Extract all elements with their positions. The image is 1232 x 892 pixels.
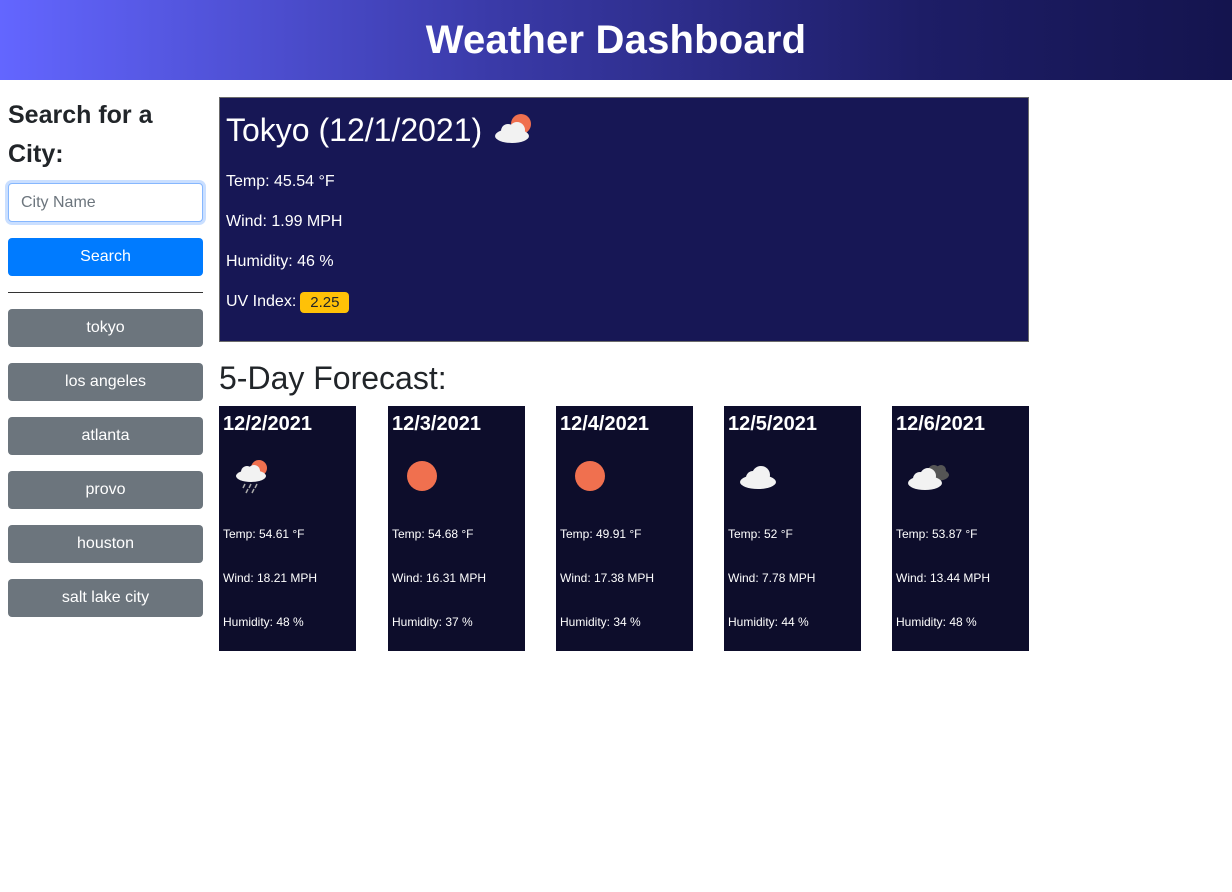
forecast-temp: Temp: 54.68 °F [392, 527, 474, 541]
forecast-date: 12/3/2021 [392, 413, 481, 435]
forecast-temp: Temp: 52 °F [728, 527, 793, 541]
forecast-title: 5-Day Forecast: [219, 360, 447, 396]
forecast-wind: Wind: 7.78 MPH [728, 571, 816, 585]
search-history-list: tokyo los angeles atlanta provo houston … [8, 309, 203, 617]
broken-clouds-icon [906, 458, 952, 499]
current-wind: Wind: 1.99 MPH [226, 213, 343, 230]
current-weather-header: Tokyo (12/1/2021) [226, 98, 1022, 162]
forecast-date: 12/2/2021 [223, 413, 312, 435]
page-header: Weather Dashboard [0, 0, 1232, 80]
forecast-wind: Wind: 17.38 MPH [560, 571, 655, 585]
current-temp: Temp: 45.54 °F [226, 173, 335, 190]
forecast-temp: Temp: 49.91 °F [560, 527, 642, 541]
forecast-humidity: Humidity: 48 % [896, 615, 977, 629]
search-button[interactable]: Search [8, 238, 203, 276]
forecast-wind: Wind: 16.31 MPH [392, 571, 487, 585]
forecast-wind: Wind: 13.44 MPH [896, 571, 991, 585]
current-city-title: Tokyo (12/1/2021) [226, 111, 483, 148]
history-button-salt-lake-city[interactable]: salt lake city [8, 579, 203, 617]
city-search-input[interactable] [8, 183, 203, 222]
forecast-humidity: Humidity: 48 % [223, 615, 304, 629]
page-title: Weather Dashboard [425, 17, 807, 62]
forecast-card: 12/4/2021 Temp: 49.91 °F Wind: 17.38 MPH… [556, 406, 693, 651]
forecast-humidity: Humidity: 44 % [728, 615, 809, 629]
forecast-temp: Temp: 53.87 °F [896, 527, 978, 541]
forecast-humidity: Humidity: 34 % [560, 615, 641, 629]
forecast-temp: Temp: 54.61 °F [223, 527, 305, 541]
history-button-houston[interactable]: houston [8, 525, 203, 563]
current-uv-row: UV Index: 2.25 [226, 282, 1022, 322]
forecast-card: 12/3/2021 Temp: 54.68 °F Wind: 16.31 MPH… [388, 406, 525, 651]
history-button-los-angeles[interactable]: los angeles [8, 363, 203, 401]
divider [8, 292, 203, 293]
current-weather-card: Tokyo (12/1/2021) Temp: 45.54 °F Wind: 1… [219, 97, 1029, 342]
sun-icon [570, 458, 610, 499]
rain-partly-cloudy-icon [233, 458, 273, 499]
history-button-tokyo[interactable]: tokyo [8, 309, 203, 347]
forecast-card: 12/2/2021 Temp: 54.61 °F Wind: 18.21 MPH… [219, 406, 356, 651]
forecast-humidity: Humidity: 37 % [392, 615, 473, 629]
history-button-provo[interactable]: provo [8, 471, 203, 509]
uv-index-label: UV Index: [226, 293, 297, 310]
forecast-date: 12/6/2021 [896, 413, 985, 435]
history-button-atlanta[interactable]: atlanta [8, 417, 203, 455]
cloud-icon [738, 458, 778, 499]
uv-index-badge: 2.25 [300, 291, 350, 313]
forecast-row: 12/2/2021 Temp: 54.61 °F Wind: 18.21 MPH… [219, 406, 1029, 651]
forecast-card: 12/5/2021 Temp: 52 °F Wind: 7.78 MPH Hum… [724, 406, 861, 651]
current-humidity: Humidity: 46 % [226, 253, 334, 270]
forecast-date: 12/5/2021 [728, 413, 817, 435]
forecast-wind: Wind: 18.21 MPH [223, 571, 318, 585]
sidebar: Search for a City: Search tokyo los ange… [8, 96, 203, 617]
partly-cloudy-day-icon [492, 111, 536, 150]
forecast-card: 12/6/2021 Temp: 53.87 °F Wind: 13.44 MPH… [892, 406, 1029, 651]
sun-icon [402, 458, 442, 499]
search-heading: Search for a City: [8, 101, 153, 168]
forecast-date: 12/4/2021 [560, 413, 649, 435]
